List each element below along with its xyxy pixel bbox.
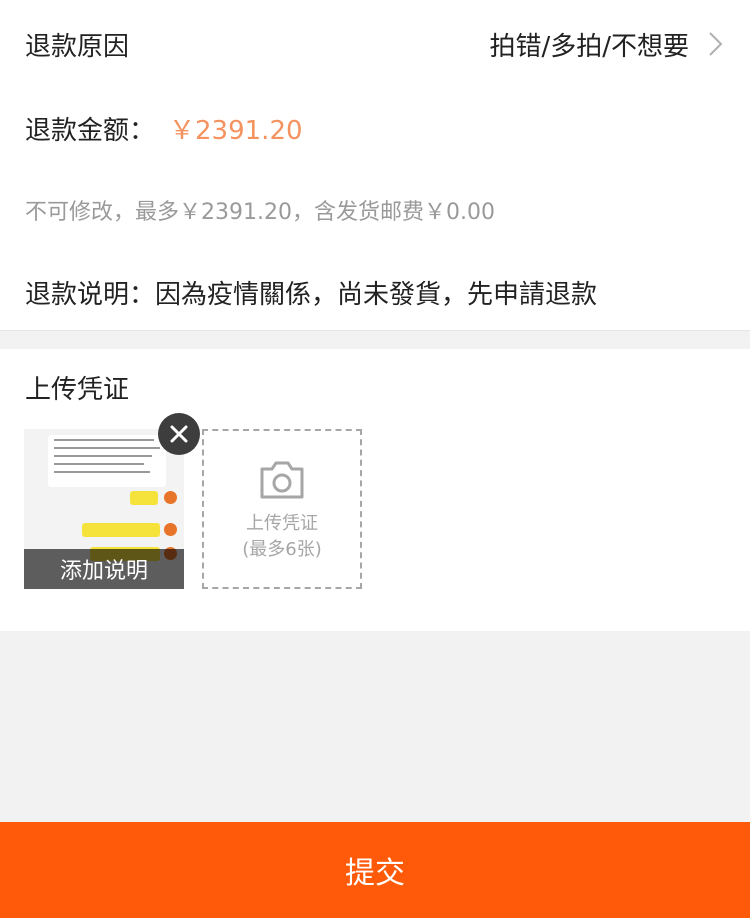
chat-text-line bbox=[54, 463, 144, 465]
amount-note: 不可修改，最多￥2391.20，含发货邮费￥0.00 bbox=[25, 200, 495, 225]
amount-note-row: 不可修改，最多￥2391.20，含发货邮费￥0.00 bbox=[25, 192, 725, 228]
refund-reason-value: 拍错/多拍/不想要 bbox=[489, 31, 689, 62]
refund-form-card: 退款原因 拍错/多拍/不想要 退款金额： ￥2391.20 不可修改，最多￥23… bbox=[0, 0, 750, 330]
upload-box-label: 上传凭证 bbox=[246, 513, 318, 534]
chat-bubble bbox=[48, 435, 166, 487]
submit-button[interactable]: 提交 bbox=[0, 822, 750, 918]
section-gap bbox=[0, 331, 750, 349]
refund-description-row[interactable]: 退款说明：因為疫情關係，尚未發貨，先申請退款 bbox=[25, 270, 725, 314]
close-icon bbox=[170, 425, 188, 443]
upload-section: 上传凭证 添加说明 上传凭证 (最多6张) bbox=[0, 349, 750, 631]
chat-text-line bbox=[54, 447, 160, 449]
chat-avatar bbox=[164, 523, 177, 536]
refund-description[interactable]: 退款说明：因為疫情關係，尚未發貨，先申請退款 bbox=[25, 274, 597, 311]
chat-text-line bbox=[54, 455, 152, 457]
upload-image-button[interactable]: 上传凭证 (最多6张) bbox=[202, 429, 362, 589]
refund-reason-row[interactable]: 退款原因 拍错/多拍/不想要 bbox=[25, 22, 725, 66]
refund-reason-label: 退款原因 bbox=[25, 31, 130, 62]
chat-avatar bbox=[164, 491, 177, 504]
chat-text-line bbox=[54, 471, 150, 473]
chevron-right-icon bbox=[709, 32, 723, 56]
uploaded-image-thumbnail[interactable]: 添加说明 bbox=[24, 429, 184, 589]
camera-icon bbox=[260, 461, 304, 499]
chat-text-line bbox=[54, 439, 154, 441]
add-description-caption[interactable]: 添加说明 bbox=[24, 549, 184, 589]
refund-amount-row: 退款金额： ￥2391.20 bbox=[25, 106, 725, 150]
chat-bubble bbox=[130, 491, 158, 505]
remove-image-button[interactable] bbox=[158, 413, 200, 455]
upload-box-hint: (最多6张) bbox=[242, 539, 322, 560]
upload-title: 上传凭证 bbox=[25, 375, 130, 405]
refund-amount-value: ￥2391.20 bbox=[169, 115, 303, 146]
chat-bubble bbox=[82, 523, 160, 537]
refund-amount-label: 退款金额： bbox=[25, 115, 156, 146]
refund-reason-selector[interactable]: 拍错/多拍/不想要 bbox=[489, 26, 725, 63]
